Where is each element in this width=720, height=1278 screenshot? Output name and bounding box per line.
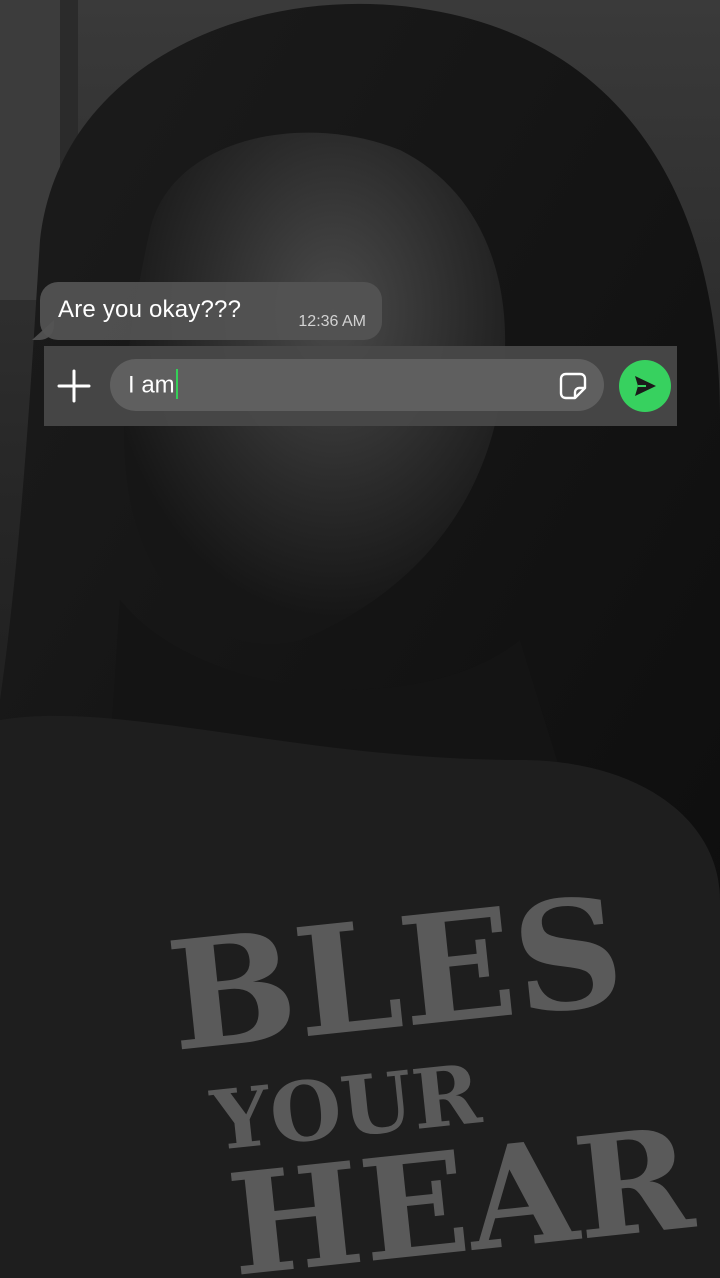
message-text: Are you okay??? (58, 296, 242, 323)
chat-screen: BLES YOUR HEAR Are you okay??? 12:36 AM … (0, 0, 720, 1278)
message-timestamp: 12:36 AM (298, 313, 366, 330)
send-arrow-icon (635, 376, 656, 396)
message-input-value: I am (128, 369, 178, 401)
received-message-bubble[interactable]: Are you okay??? 12:36 AM (32, 282, 382, 340)
background-photo: BLES YOUR HEAR (0, 0, 720, 1278)
message-composer: I am (44, 346, 677, 426)
sticker-button[interactable] (558, 371, 588, 401)
sticker-icon (559, 372, 587, 400)
text-caret (175, 369, 178, 399)
input-value-text: I am (128, 371, 175, 399)
plus-icon (57, 369, 91, 403)
send-button[interactable] (619, 360, 671, 412)
add-attachment-button[interactable] (54, 366, 94, 406)
message-input[interactable]: I am (110, 359, 604, 411)
